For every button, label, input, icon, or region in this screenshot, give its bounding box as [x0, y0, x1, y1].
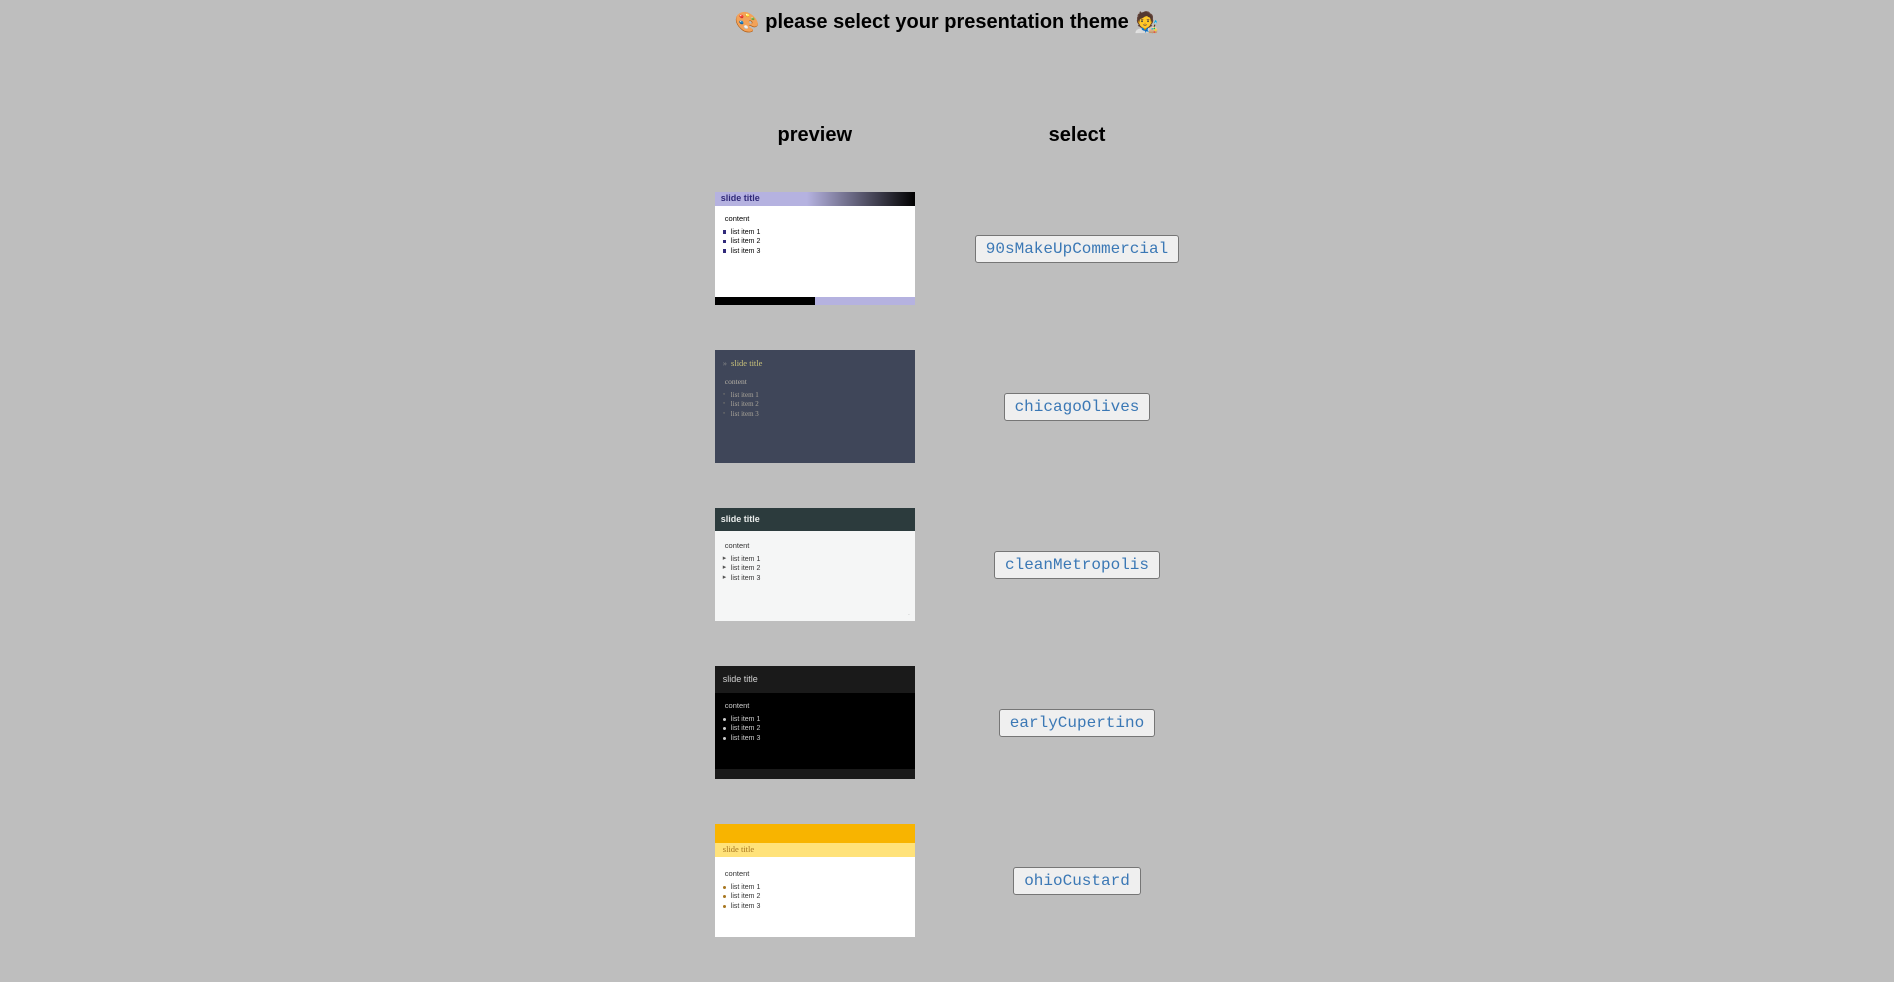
theme-table: preview select slide title content list …: [655, 79, 1239, 982]
preview-list: list item 1 list item 2 list item 3: [715, 555, 915, 583]
theme-row: slide title content list item 1 list ite…: [715, 824, 1179, 937]
preview-slide-title: slide title: [715, 666, 915, 693]
page-title-text: please select your presentation theme: [765, 11, 1128, 33]
preview-list: list item 1 list item 2 list item 3: [715, 883, 915, 911]
preview-list-item: list item 2: [731, 564, 915, 573]
artist-icon: 🧑‍🎨: [1134, 12, 1159, 34]
theme-row: slide title content list item 1 list ite…: [715, 192, 1179, 305]
preview-list-item: list item 3: [731, 247, 915, 256]
theme-preview-chicagoOlives: » slide title content list item 1 list it…: [715, 350, 915, 463]
preview-content-label: content: [715, 531, 915, 553]
column-header-preview: preview: [715, 124, 915, 147]
select-theme-button[interactable]: earlyCupertino: [999, 709, 1155, 737]
preview-slide-title: slide title: [721, 192, 915, 205]
preview-list-item: list item 1: [731, 555, 915, 564]
preview-list: list item 1 list item 2 list item 3: [715, 715, 915, 743]
theme-preview-cleanMetropolis: slide title content list item 1 list ite…: [715, 508, 915, 621]
preview-list-item: list item 3: [731, 410, 915, 419]
column-header-select: select: [975, 124, 1179, 147]
preview-content-label: content: [715, 857, 915, 881]
preview-content-label: content: [715, 206, 915, 226]
preview-list-item: list item 2: [731, 724, 915, 733]
select-theme-button[interactable]: cleanMetropolis: [994, 551, 1160, 579]
preview-list-item: list item 3: [731, 902, 915, 911]
preview-list-item: list item 3: [731, 574, 915, 583]
theme-preview-ohioCustard: slide title content list item 1 list ite…: [715, 824, 915, 937]
preview-slide-title: slide title: [715, 843, 915, 857]
theme-row: » slide title content list item 1 list it…: [715, 350, 1179, 463]
preview-corner-mark: ·: [908, 612, 910, 619]
preview-list-item: list item 3: [731, 734, 915, 743]
select-theme-button[interactable]: chicagoOlives: [1004, 393, 1151, 421]
preview-slide-title: slide title: [731, 358, 762, 368]
preview-list: list item 1 list item 2 list item 3: [715, 391, 915, 419]
preview-list: list item 1 list item 2 list item 3: [715, 228, 915, 256]
palette-icon: 🎨: [735, 12, 760, 34]
preview-list-item: list item 2: [731, 892, 915, 901]
theme-row: slide title content list item 1 list ite…: [715, 508, 1179, 621]
preview-list-item: list item 1: [731, 391, 915, 400]
arrow-icon: »: [723, 358, 727, 368]
preview-list-item: list item 1: [731, 715, 915, 724]
theme-row: slide title content list item 1 list ite…: [715, 666, 1179, 779]
preview-content-label: content: [715, 371, 915, 389]
select-theme-button[interactable]: 90sMakeUpCommercial: [975, 235, 1179, 263]
theme-preview-earlyCupertino: slide title content list item 1 list ite…: [715, 666, 915, 779]
preview-list-item: list item 2: [731, 237, 915, 246]
page-title: 🎨 please select your presentation theme …: [0, 0, 1894, 39]
preview-list-item: list item 2: [731, 400, 915, 409]
preview-list-item: list item 1: [731, 228, 915, 237]
preview-content-label: content: [715, 693, 915, 713]
preview-slide-title: slide title: [715, 508, 915, 531]
select-theme-button[interactable]: ohioCustard: [1013, 867, 1141, 895]
preview-list-item: list item 1: [731, 883, 915, 892]
theme-preview-90sMakeUpCommercial: slide title content list item 1 list ite…: [715, 192, 915, 305]
